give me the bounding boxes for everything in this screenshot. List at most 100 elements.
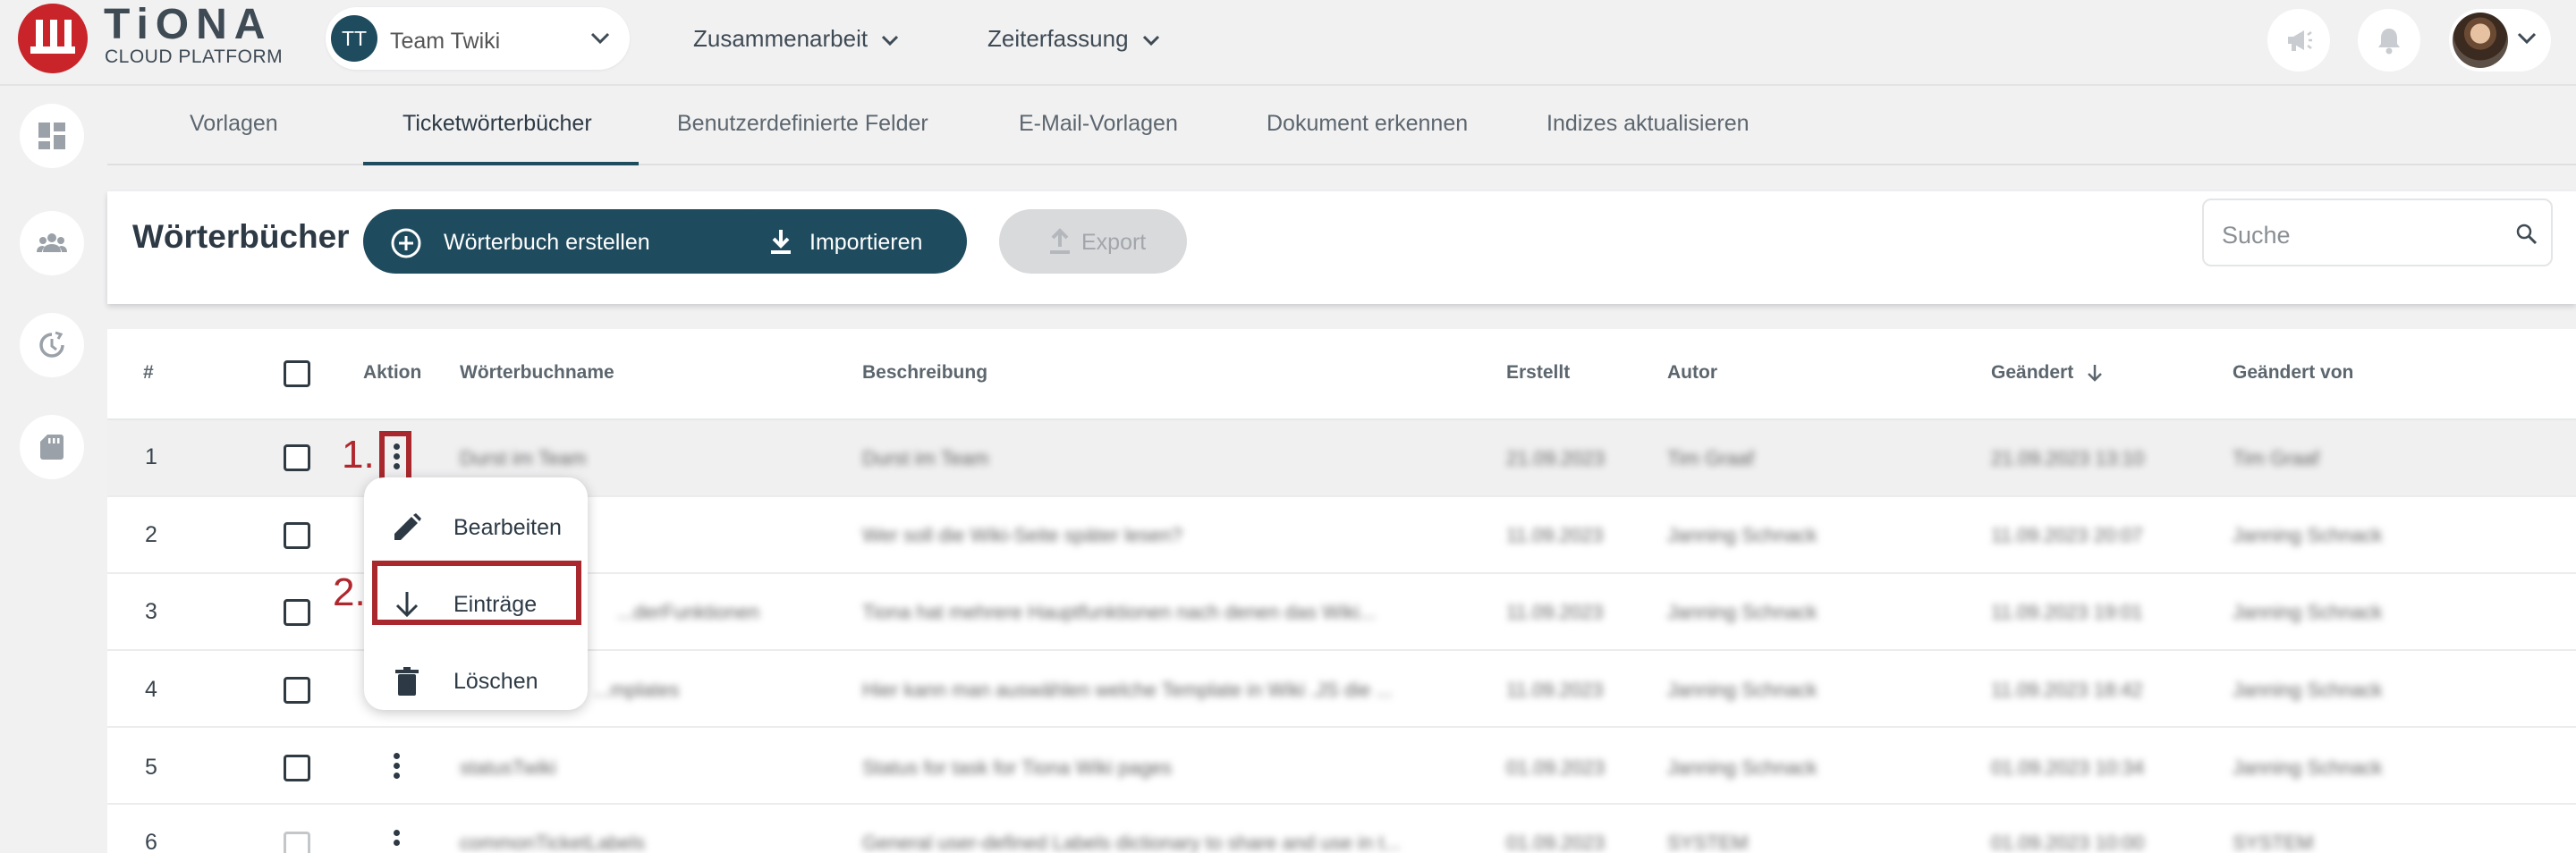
chevron-down-icon: [2517, 32, 2537, 45]
logo-subtitle: CLOUD PLATFORM: [105, 46, 284, 67]
sidebar-dashboard[interactable]: [20, 104, 84, 168]
menu-item-edit-label: Bearbeiten: [453, 515, 562, 540]
row-checkbox[interactable]: [284, 677, 310, 704]
column-header-name[interactable]: Wörterbuchname: [460, 362, 614, 384]
row-number: 4: [145, 677, 157, 702]
row-created: 11.09.2023: [1506, 524, 1604, 546]
row-description: Status for task for Tiona Wiki pages: [862, 756, 1173, 779]
row-checkbox[interactable]: [284, 832, 310, 853]
row-modified: 11.09.2023 19:01: [1991, 601, 2143, 623]
row-author: SYSTEM: [1667, 832, 1749, 853]
team-selector[interactable]: TT Team Twiki: [326, 7, 630, 70]
row-created: 01.09.2023: [1506, 832, 1606, 853]
row-created: 21.09.2023: [1506, 447, 1606, 469]
row-name: ...mplates: [594, 679, 680, 701]
row-modified: 01.09.2023 10:34: [1991, 756, 2145, 779]
timer-icon: [39, 331, 64, 358]
create-dictionary-label: Wörterbuch erstellen: [444, 230, 650, 255]
row-name: ...derFunktionen: [617, 601, 759, 623]
sidebar-team[interactable]: [20, 211, 84, 275]
row-modified-by: Janning Schnack: [2233, 756, 2383, 779]
row-author: Janning Schnack: [1667, 756, 1818, 779]
row-modified: 21.09.2023 13:10: [1991, 447, 2145, 469]
row-number: 2: [145, 522, 157, 547]
row-description: Hier kann man auswählen welche Template …: [862, 679, 1393, 701]
row-modified-by: Janning Schnack: [2233, 524, 2383, 546]
tiona-logo-icon[interactable]: [18, 4, 88, 73]
row-checkbox[interactable]: [284, 522, 310, 549]
tab-indizes-aktualisieren[interactable]: Indizes aktualisieren: [1546, 111, 1750, 137]
pencil-icon: [394, 513, 421, 540]
row-modified-by: SYSTEM: [2233, 832, 2314, 853]
row-number: 1: [145, 444, 157, 469]
row-created: 01.09.2023: [1506, 756, 1606, 779]
export-button[interactable]: Export: [999, 209, 1187, 274]
add-circle-icon: [391, 228, 421, 258]
announcements-button[interactable]: [2267, 9, 2330, 72]
tab-vorlagen[interactable]: Vorlagen: [190, 111, 278, 137]
row-description: General user-defined Labels dictionary t…: [862, 832, 1401, 853]
menu-item-edit[interactable]: Bearbeiten: [364, 495, 588, 558]
row-author: Janning Schnack: [1667, 524, 1818, 546]
tab-dokument-erkennen[interactable]: Dokument erkennen: [1267, 111, 1468, 137]
tab-benutzerdefinierte-felder[interactable]: Benutzerdefinierte Felder: [677, 111, 928, 137]
team-avatar: TT: [331, 15, 377, 62]
row-modified: 01.09.2023 10:00: [1991, 832, 2145, 853]
chevron-down-icon: [882, 36, 899, 46]
sidebar-time-tracking[interactable]: [20, 313, 84, 377]
column-header-number: #: [143, 362, 154, 383]
sidebar-sd-storage[interactable]: [20, 415, 84, 479]
row-description: Durst im Team: [862, 447, 989, 469]
row-name: Durst im Team: [460, 447, 587, 469]
row-modified-by: Janning Schnack: [2233, 679, 2383, 701]
annotation-highlight-entries: [372, 561, 581, 625]
sd-card-icon: [40, 435, 64, 460]
row-actions-menu-icon[interactable]: [387, 749, 405, 785]
search-placeholder: Suche: [2222, 222, 2291, 249]
import-label: Importieren: [809, 230, 923, 255]
row-author: Janning Schnack: [1667, 679, 1818, 701]
nav-zusammenarbeit-label: Zusammenarbeit: [693, 25, 869, 52]
column-header-author[interactable]: Autor: [1667, 362, 1717, 384]
annotation-step-2: 2.: [333, 570, 366, 614]
dashboard-icon: [38, 122, 65, 149]
column-header-modified-label: Geändert: [1991, 362, 2074, 383]
column-header-created[interactable]: Erstellt: [1506, 362, 1570, 384]
row-modified-by: Tim Graaf: [2233, 447, 2319, 469]
nav-zusammenarbeit[interactable]: Zusammenarbeit: [693, 25, 899, 53]
row-modified: 11.09.2023 18:42: [1991, 679, 2143, 701]
row-actions-menu-icon[interactable]: [387, 826, 405, 853]
row-author: Tim Graaf: [1667, 447, 1754, 469]
row-number: 3: [145, 599, 157, 624]
column-header-description[interactable]: Beschreibung: [862, 362, 987, 384]
logo-name: TiONA: [104, 1, 273, 48]
arrow-down-icon: [2088, 365, 2102, 383]
row-description: Wer soll die Wiki-Seite später lesen?: [862, 524, 1182, 546]
export-label: Export: [1081, 230, 1147, 255]
column-header-modified-by[interactable]: Geändert von: [2233, 362, 2353, 384]
chevron-down-icon: [590, 32, 610, 45]
search-icon: [2516, 224, 2538, 245]
row-checkbox[interactable]: [284, 444, 310, 471]
bell-icon: [2378, 29, 2400, 55]
menu-item-delete[interactable]: Löschen: [364, 649, 588, 712]
nav-zeiterfassung[interactable]: Zeiterfassung: [987, 25, 1160, 53]
people-icon: [37, 233, 67, 252]
column-header-modified[interactable]: Geändert: [1991, 362, 2104, 384]
notifications-button[interactable]: [2358, 9, 2420, 72]
trash-icon: [395, 667, 419, 696]
user-profile-menu[interactable]: [2449, 9, 2551, 72]
row-checkbox[interactable]: [284, 755, 310, 781]
tab-email-vorlagen[interactable]: E-Mail-Vorlagen: [1019, 111, 1178, 137]
download-icon: [771, 230, 791, 254]
search-input[interactable]: Suche: [2202, 198, 2553, 266]
row-checkbox[interactable]: [284, 599, 310, 626]
megaphone-icon: [2288, 30, 2312, 51]
nav-zeiterfassung-label: Zeiterfassung: [987, 25, 1129, 52]
tab-ticketwoerterbuecher[interactable]: Ticketwörterbücher: [402, 111, 592, 137]
menu-item-delete-label: Löschen: [453, 669, 538, 694]
upload-icon: [1050, 228, 1070, 254]
toolbar-card: Wörterbücher Wörterbuch erstellen Import…: [107, 191, 2576, 304]
select-all-checkbox[interactable]: [284, 360, 310, 387]
import-button[interactable]: Importieren: [727, 209, 967, 274]
